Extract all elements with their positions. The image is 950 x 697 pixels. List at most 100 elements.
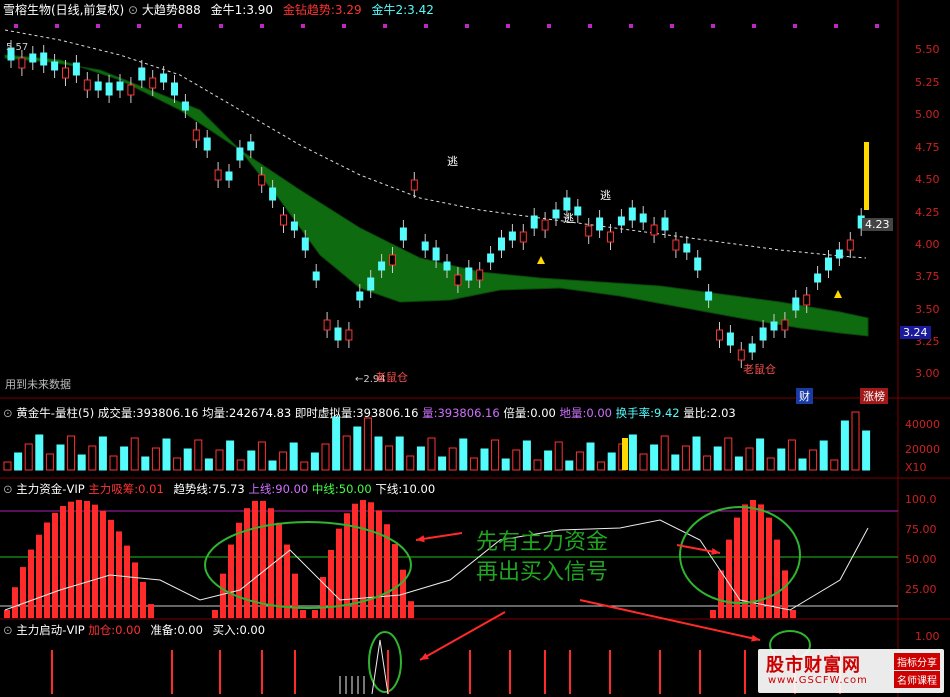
volume-bar	[247, 450, 256, 471]
candle-body	[541, 219, 549, 231]
signal-dot	[137, 24, 141, 28]
volume-bar	[544, 450, 553, 471]
volume-bar	[395, 436, 404, 471]
volume-bar	[35, 434, 44, 471]
capital-bar	[292, 573, 298, 618]
future-data-label: 用到未来数据	[5, 378, 71, 391]
capital-bar	[726, 539, 732, 618]
candle-body	[639, 213, 647, 223]
capital-bar	[212, 610, 218, 618]
volume-bar	[851, 411, 860, 471]
hs-value: 9.42	[654, 406, 680, 420]
upline-label: 上线:	[248, 482, 276, 496]
candle-body	[160, 73, 168, 83]
stock-chart-window[interactable]: 雪榕生物(日线,前复权) ⊙ 大趋势888 金牛1:3.90 金钻趋势:3.29…	[0, 0, 950, 697]
volume-bar	[671, 454, 680, 471]
signal-dot	[793, 24, 797, 28]
signal-dot	[670, 24, 674, 28]
candle-body	[345, 329, 353, 341]
signal-dot	[875, 24, 879, 28]
volume-bar	[512, 449, 521, 471]
candle-body	[203, 137, 211, 151]
signal-dot	[219, 24, 223, 28]
vol-value: 393806.16	[136, 406, 199, 420]
candle-body	[683, 243, 691, 253]
jn2-label: 金牛2:	[371, 3, 408, 17]
signal-dot	[711, 24, 715, 28]
volume-bar	[459, 438, 468, 471]
volume-bar-highlight	[622, 438, 628, 470]
volume-bar	[745, 447, 754, 471]
volume-bar	[565, 460, 574, 471]
volume-bar	[416, 446, 425, 471]
trendline-value: 75.73	[211, 482, 245, 496]
volume-bar	[194, 439, 203, 471]
axis-tick-label: 4.50	[915, 173, 940, 186]
axis-tick-label: 40000	[905, 418, 940, 431]
candle-body	[596, 217, 604, 231]
volume-bar	[766, 457, 775, 471]
candle-body	[94, 81, 102, 91]
volume-bar	[427, 437, 436, 471]
gear-icon[interactable]: ⊙	[3, 623, 13, 637]
volume-bar	[321, 443, 330, 471]
volume-bar	[279, 451, 288, 471]
main-panel-header: 雪榕生物(日线,前复权) ⊙ 大趋势888 金牛1:3.90 金钻趋势:3.29…	[3, 2, 434, 18]
volume-bar	[56, 444, 65, 471]
candle-body	[301, 237, 309, 251]
volume-bar	[374, 436, 383, 471]
finance-badge[interactable]: 财	[796, 388, 813, 404]
volume-bar	[703, 455, 712, 471]
bei-label: 倍量:	[503, 406, 531, 420]
candle-body	[356, 291, 364, 301]
candle-body	[792, 297, 800, 311]
stock-title[interactable]: 雪榕生物(日线,前复权)	[3, 3, 124, 17]
candle-body	[476, 269, 484, 281]
candle-body	[617, 216, 625, 226]
volume-bar	[597, 461, 606, 471]
capital-bar	[76, 500, 82, 618]
candle-body	[127, 84, 135, 96]
candle-body	[138, 67, 146, 81]
capital-bar	[376, 510, 382, 618]
axis-tick-label: 5.00	[915, 108, 940, 121]
escape-signal: 逃	[600, 189, 611, 202]
signal-dot	[301, 24, 305, 28]
candle-body	[40, 52, 48, 66]
signal-dot	[260, 24, 264, 28]
limit-up-badge[interactable]: 涨榜	[860, 388, 888, 404]
lb-value: 2.03	[710, 406, 736, 420]
escape-signal: 逃	[447, 155, 458, 168]
escape-signal: 逃	[563, 212, 574, 225]
candle-body	[846, 239, 854, 251]
capital-bar	[116, 531, 122, 618]
volume-bar	[204, 458, 213, 471]
watermark-url: www.GSCFW.com	[768, 675, 868, 686]
capital-bar	[100, 510, 106, 618]
axis-tick-label: 3.75	[915, 270, 940, 283]
signal-dot	[588, 24, 592, 28]
candle-body	[378, 261, 386, 271]
volume-bar	[660, 435, 669, 471]
volume-bar	[226, 440, 235, 471]
volume-bar	[777, 448, 786, 471]
candle-body	[225, 171, 233, 181]
dropdown-icon[interactable]: ⊙	[128, 3, 138, 17]
signal-dot	[14, 24, 18, 28]
gear-icon[interactable]: ⊙	[3, 482, 13, 496]
capital-bar	[336, 528, 342, 618]
candle-body	[410, 179, 418, 191]
signal-dot	[629, 24, 633, 28]
candle-body	[650, 224, 658, 236]
capital-bar	[92, 504, 98, 618]
capital-bar	[352, 503, 358, 618]
trend-band	[4, 54, 869, 337]
volume-bar	[300, 461, 309, 471]
candle-body	[421, 241, 429, 251]
signal-dot	[383, 24, 387, 28]
chart-canvas[interactable]	[0, 0, 950, 697]
capital-bar	[140, 581, 146, 618]
candle-body	[280, 214, 287, 226]
candle-body	[83, 79, 91, 91]
gear-icon[interactable]: ⊙	[3, 406, 13, 420]
